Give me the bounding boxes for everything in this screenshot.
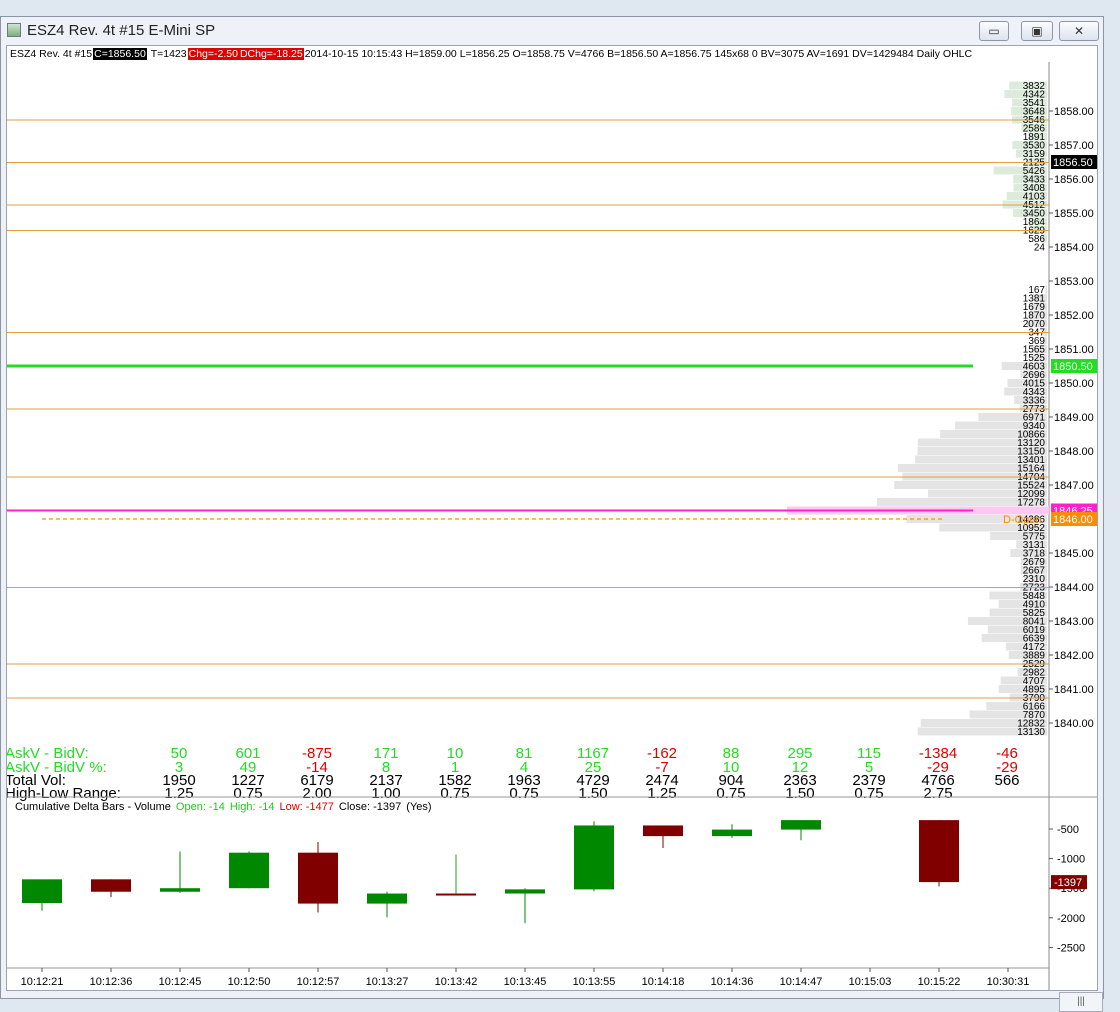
horizontal-scrollbar[interactable]: |||	[1059, 992, 1103, 1012]
candle-body	[160, 888, 200, 892]
study-axis-label: -500	[1057, 824, 1079, 836]
price-axis-label: 1843.00	[1054, 616, 1094, 628]
time-axis-label: 10:12:57	[297, 976, 340, 988]
candle-body	[712, 830, 752, 837]
time-axis-label: 10:30:31	[987, 976, 1030, 988]
daily-open-label: D-Open	[1003, 514, 1042, 526]
stats-range: 1.00	[371, 785, 400, 802]
chart-canvas[interactable]: 3832434235413648354625861891353031592125…	[7, 46, 1097, 990]
stats-range: 1.25	[164, 785, 193, 802]
study-title-part: Close: -1397	[339, 801, 401, 813]
chart-window: ESZ4 Rev. 4t #15 E-Mini SP ▭ ▣ ✕ 3832434…	[0, 16, 1104, 999]
price-axis-label: 1853.00	[1054, 276, 1094, 288]
volume-profile-value: 13130	[1017, 727, 1045, 738]
stats-range: 0.75	[440, 785, 469, 802]
volume-profile-bar	[1045, 286, 1047, 294]
candle-body	[574, 825, 614, 889]
header-daily-change: DChg=-18.25	[239, 48, 304, 60]
time-axis-label: 10:14:36	[711, 976, 754, 988]
time-axis-label: 10:13:55	[573, 976, 616, 988]
price-axis-label: 1855.00	[1054, 208, 1094, 220]
close-button[interactable]: ✕	[1059, 21, 1099, 41]
study-axis-label: -2000	[1057, 913, 1085, 925]
price-axis-label: 1849.00	[1054, 412, 1094, 424]
candle-body	[298, 853, 338, 904]
price-axis-label: 1847.00	[1054, 480, 1094, 492]
volume-profile-value: 24	[1034, 243, 1046, 254]
maximize-button[interactable]: ▣	[1021, 21, 1053, 41]
volume-badge: 68 L	[1068, 990, 1098, 991]
chart-area[interactable]: 3832434235413648354625861891353031592125…	[6, 45, 1098, 991]
header-close: C=1856.50	[93, 48, 147, 60]
candle-body	[505, 889, 545, 893]
study-current-tag: -1397	[1054, 877, 1082, 889]
stats-total-vol: 566	[994, 772, 1019, 789]
price-axis-label: 1854.00	[1054, 242, 1094, 254]
time-axis-label: 10:12:50	[228, 976, 271, 988]
price-axis-label: 1848.00	[1054, 446, 1094, 458]
candle-body	[781, 820, 821, 829]
stats-range: 2.75	[923, 785, 952, 802]
candle-body	[229, 853, 269, 889]
time-axis-label: 10:15:22	[918, 976, 961, 988]
stats-range: 0.75	[233, 785, 262, 802]
time-axis-label: 10:12:45	[159, 976, 202, 988]
price-axis-label: 1840.00	[1054, 718, 1094, 730]
stats-row-label: High-Low Range:	[7, 785, 121, 802]
price-axis-label: 1842.00	[1054, 650, 1094, 662]
candle-body	[919, 820, 959, 882]
candle-body	[22, 879, 62, 903]
time-axis-label: 10:15:03	[849, 976, 892, 988]
study-title-part: (Yes)	[406, 801, 431, 813]
candle-body	[436, 894, 476, 896]
candle-body	[643, 825, 683, 836]
stats-range: 0.75	[854, 785, 883, 802]
time-axis-label: 10:13:27	[366, 976, 409, 988]
window-title: ESZ4 Rev. 4t #15 E-Mini SP	[27, 22, 215, 39]
stats-range: 1.25	[647, 785, 676, 802]
stats-range: 1.50	[578, 785, 607, 802]
time-axis-label: 10:13:45	[504, 976, 547, 988]
price-axis-label: 1852.00	[1054, 310, 1094, 322]
time-axis-label: 10:14:47	[780, 976, 823, 988]
title-bar[interactable]: ESZ4 Rev. 4t #15 E-Mini SP ▭ ▣ ✕	[1, 17, 1103, 45]
study-title-part: High: -14	[230, 801, 275, 813]
header-symbol: ESZ4 Rev. 4t #15	[9, 48, 93, 60]
minimize-button[interactable]: ▭	[979, 21, 1009, 41]
candle-body	[367, 894, 407, 904]
price-axis-label: 1841.00	[1054, 684, 1094, 696]
price-axis-label: 1845.00	[1054, 548, 1094, 560]
chart-header: ESZ4 Rev. 4t #15C=1856.50 T=1423Chg=-2.5…	[9, 47, 1049, 62]
price-axis-label: 1851.00	[1054, 344, 1094, 356]
stats-range: 2.00	[302, 785, 331, 802]
study-title-part: Cumulative Delta Bars - Volume	[15, 801, 171, 813]
time-axis-label: 10:12:21	[21, 976, 64, 988]
price-axis-label: 1844.00	[1054, 582, 1094, 594]
study-axis-label: -1000	[1057, 854, 1085, 866]
study-axis-label: -2500	[1057, 942, 1085, 954]
stats-range: 0.75	[509, 785, 538, 802]
study-title-part: Open: -14	[176, 801, 225, 813]
time-axis-label: 10:14:18	[642, 976, 685, 988]
study-title-part: Low: -1477	[279, 801, 333, 813]
price-axis-label: 1858.00	[1054, 106, 1094, 118]
header-ticks: T=1423	[150, 48, 188, 60]
price-axis-label: 1850.00	[1054, 378, 1094, 390]
study-title: Cumulative Delta Bars - Volume Open: -14 H…	[15, 801, 432, 813]
stats-range: 1.50	[785, 785, 814, 802]
candle-body	[91, 879, 131, 891]
price-axis-label: 1856.00	[1054, 174, 1094, 186]
time-axis-label: 10:12:36	[90, 976, 133, 988]
daily-open-tag: 1846.00	[1053, 514, 1093, 526]
current-price-tag: 1856.50	[1053, 157, 1093, 169]
stats-range: 0.75	[716, 785, 745, 802]
time-axis-label: 10:13:42	[435, 976, 478, 988]
header-details: 2014-10-15 10:15:43 H=1859.00 L=1856.25 …	[304, 48, 973, 60]
app-icon	[7, 23, 21, 37]
header-change: Chg=-2.50	[188, 48, 239, 60]
green-level-tag: 1850.50	[1053, 361, 1093, 373]
price-axis-label: 1857.00	[1054, 140, 1094, 152]
